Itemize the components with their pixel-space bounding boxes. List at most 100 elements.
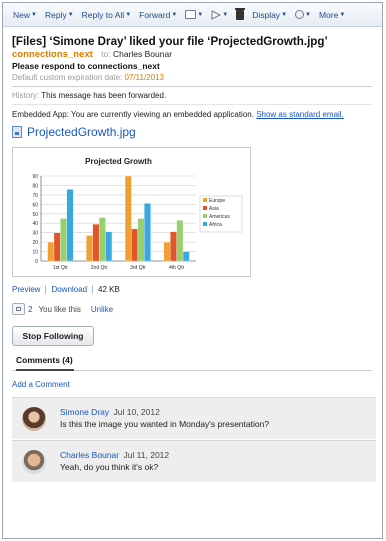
comment-author[interactable]: Simone Dray bbox=[60, 407, 109, 417]
show-standard-email-link[interactable]: Show as standard email. bbox=[256, 110, 344, 119]
legend-label: Asia bbox=[209, 206, 219, 212]
sender-name[interactable]: connections_next bbox=[12, 49, 93, 60]
preview-link[interactable]: Preview bbox=[12, 285, 40, 294]
mail-toolbar: New ▼ Reply ▼ Reply to All ▼ Forward ▼ ▼ ▼ D… bbox=[3, 3, 382, 27]
history-value: This message has been forwarded. bbox=[41, 91, 167, 100]
more-label: More bbox=[318, 9, 339, 20]
y-tick-label: 60 bbox=[32, 202, 38, 208]
comment-body: Charles Bounar Jul 11, 2012 Yeah, do you… bbox=[60, 450, 169, 474]
expiration-label: Default custom expiration date: bbox=[12, 73, 123, 82]
legend-label: Americas bbox=[209, 214, 230, 220]
divider bbox=[92, 285, 94, 294]
folder-menu-button[interactable]: ▼ bbox=[181, 10, 207, 19]
legend-swatch bbox=[203, 198, 207, 202]
y-tick-label: 50 bbox=[32, 212, 38, 218]
reply-all-button[interactable]: Reply to All ▼ bbox=[78, 10, 135, 20]
flag-menu-button[interactable]: ▼ bbox=[207, 9, 232, 20]
legend-label: Europe bbox=[209, 198, 225, 204]
bar-americas bbox=[176, 220, 184, 262]
tab-comments[interactable]: Comments (4) bbox=[16, 355, 74, 371]
bar-africa bbox=[182, 251, 190, 262]
attachment[interactable]: ProjectedGrowth.jpg bbox=[12, 125, 372, 139]
avatar[interactable] bbox=[22, 450, 46, 474]
history-line: History: This message has been forwarded… bbox=[12, 91, 372, 105]
search-menu-button[interactable]: ▼ bbox=[291, 10, 315, 19]
bar-americas bbox=[60, 218, 67, 262]
delete-button[interactable] bbox=[232, 7, 248, 20]
x-tick-label: 3rd Qtr bbox=[130, 265, 146, 271]
trash-icon bbox=[235, 7, 246, 20]
chevron-down-icon: ▼ bbox=[305, 11, 311, 18]
bar-asia bbox=[92, 224, 100, 262]
chevron-down-icon: ▼ bbox=[339, 11, 346, 18]
reply-button[interactable]: Reply ▼ bbox=[41, 10, 78, 20]
file-actions: Preview Download 42 KB bbox=[12, 285, 372, 294]
legend-swatch bbox=[203, 222, 207, 226]
embedded-app-notice: Embedded App: You are currently viewing … bbox=[12, 110, 372, 119]
chevron-down-icon: ▼ bbox=[222, 11, 229, 18]
chevron-down-icon: ▼ bbox=[31, 11, 37, 18]
expiration-date: 07/11/2013 bbox=[124, 73, 164, 82]
you-like-this: You like this bbox=[38, 304, 81, 314]
email-window: New ▼ Reply ▼ Reply to All ▼ Forward ▼ ▼ ▼ D… bbox=[2, 2, 383, 539]
avatar[interactable] bbox=[22, 407, 46, 431]
comment-text: Is this the image you wanted in Monday's… bbox=[60, 419, 270, 429]
stop-following-button[interactable]: Stop Following bbox=[12, 326, 94, 346]
recipient-name[interactable]: Charles Bounar bbox=[113, 49, 172, 59]
bar-europe bbox=[124, 175, 132, 262]
download-link[interactable]: Download bbox=[51, 285, 87, 294]
comment-date: Jul 10, 2012 bbox=[113, 407, 160, 417]
message-content: [Files] ‘Simone Dray’ liked your file ‘P… bbox=[3, 27, 382, 482]
add-comment-link[interactable]: Add a Comment bbox=[12, 380, 372, 389]
comment-author[interactable]: Charles Bounar bbox=[60, 450, 119, 460]
like-button[interactable] bbox=[12, 303, 25, 315]
comment-text: Yeah, do you think it's ok? bbox=[60, 462, 159, 472]
chevron-down-icon: ▼ bbox=[67, 11, 74, 18]
new-button[interactable]: New ▼ bbox=[9, 10, 41, 20]
to-label: to: bbox=[101, 49, 111, 59]
bar-americas bbox=[137, 218, 145, 262]
folder-icon bbox=[185, 10, 197, 19]
comment-date: Jul 11, 2012 bbox=[123, 450, 170, 460]
comment-item: Simone Dray Jul 10, 2012 Is this the ima… bbox=[12, 397, 376, 439]
display-button[interactable]: Display ▼ bbox=[248, 10, 291, 20]
attachment-name[interactable]: ProjectedGrowth.jpg bbox=[27, 125, 136, 139]
display-label: Display bbox=[252, 9, 281, 20]
bar-asia bbox=[53, 232, 61, 262]
y-tick-label: 10 bbox=[32, 250, 38, 256]
expiration-line: Default custom expiration date: 07/11/20… bbox=[12, 73, 372, 87]
respond-note: Please respond to connections_next bbox=[12, 61, 160, 71]
bar-africa bbox=[66, 189, 74, 262]
flag-icon bbox=[211, 9, 222, 20]
comment-item: Charles Bounar Jul 11, 2012 Yeah, do you… bbox=[12, 440, 376, 482]
new-label: New bbox=[13, 9, 31, 20]
like-icon bbox=[16, 307, 21, 311]
bar-asia bbox=[170, 231, 177, 262]
bar-asia bbox=[131, 228, 139, 262]
like-count[interactable]: 2 bbox=[28, 305, 32, 314]
forward-label: Forward bbox=[139, 9, 171, 20]
x-tick-label: 2nd Qtr bbox=[91, 265, 108, 271]
unlike-link[interactable]: Unlike bbox=[91, 305, 113, 314]
reply-label: Reply bbox=[44, 9, 67, 20]
legend-label: Africa bbox=[209, 222, 222, 228]
y-tick-label: 70 bbox=[32, 193, 38, 199]
image-file-icon bbox=[12, 126, 22, 138]
message-subject: [Files] ‘Simone Dray’ liked your file ‘P… bbox=[12, 35, 328, 48]
more-button[interactable]: More ▼ bbox=[315, 10, 349, 20]
forward-button[interactable]: Forward ▼ bbox=[135, 10, 181, 20]
chevron-down-icon: ▼ bbox=[125, 11, 132, 18]
reply-all-label: Reply to All bbox=[81, 9, 125, 20]
search-icon bbox=[295, 10, 305, 19]
comment-header: Charles Bounar Jul 11, 2012 bbox=[60, 450, 169, 460]
bar-africa bbox=[144, 203, 151, 262]
bar-europe bbox=[47, 241, 55, 262]
y-tick-label: 80 bbox=[32, 183, 38, 189]
comment-body: Simone Dray Jul 10, 2012 Is this the ima… bbox=[60, 407, 269, 431]
x-tick-label: 1st Qtr bbox=[53, 265, 68, 271]
bar-europe bbox=[163, 241, 171, 262]
y-tick-label: 0 bbox=[35, 259, 38, 265]
bar-americas bbox=[98, 217, 106, 262]
file-size: 42 KB bbox=[98, 285, 120, 294]
chevron-down-icon: ▼ bbox=[197, 11, 204, 18]
